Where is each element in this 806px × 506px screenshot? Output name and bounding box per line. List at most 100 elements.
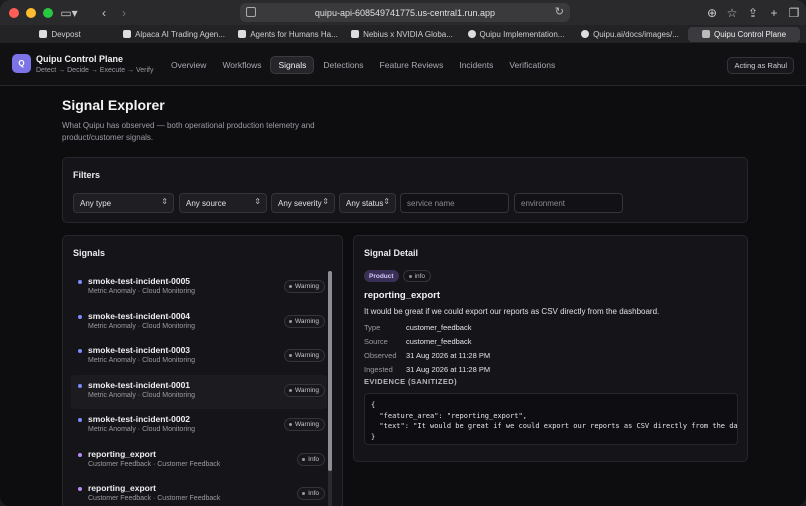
field-label: Type <box>364 323 381 332</box>
signals-scrollbar[interactable] <box>328 271 332 506</box>
brand-subtitle: Detect → Decide → Execute → Verify <box>36 67 154 74</box>
signals-title: Signals <box>73 248 106 258</box>
page-title: Signal Explorer <box>62 97 165 113</box>
signal-type-dot <box>78 452 82 457</box>
signal-type-dot <box>78 383 82 388</box>
signal-row-meta: Metric Anomaly · Cloud Monitoring <box>88 357 195 364</box>
filters-card: Filters Any type ⇕ Any source ⇕ Any severi… <box>62 157 748 223</box>
devpost-icon <box>39 30 48 38</box>
nav-workflows[interactable]: Workflows <box>215 56 268 74</box>
close-window-button[interactable] <box>9 7 19 18</box>
category-badge: Product <box>364 270 399 282</box>
tab-overview-icon[interactable]: ❐ <box>787 4 801 21</box>
brand-title: Quipu Control Plane <box>36 54 123 64</box>
status-select[interactable]: Any status ⇕ <box>339 193 396 213</box>
service-name-input[interactable] <box>400 193 509 213</box>
source-select[interactable]: Any source ⇕ <box>179 193 267 213</box>
browser-tab[interactable]: Quipu.ai/docs/images/... <box>574 27 686 42</box>
chevron-updown-icon: ⇕ <box>161 197 168 206</box>
nav-signals[interactable]: Signals <box>270 56 315 74</box>
signal-row[interactable]: reporting_export Customer Feedback · Cust… <box>71 478 327 506</box>
devpost-icon <box>351 30 360 38</box>
main-nav: Overview Workflows Signals Detections Fe… <box>164 56 562 74</box>
field-label: Ingested <box>364 365 393 374</box>
signal-row-meta: Metric Anomaly · Cloud Monitoring <box>88 426 195 433</box>
field-label: Source <box>364 337 388 346</box>
browser-tab[interactable]: Quipu Implementation... <box>460 27 572 42</box>
browser-titlebar: ▭▾ ‹ › quipu-api-608549741775.us-central… <box>0 0 806 25</box>
zoom-window-button[interactable] <box>43 7 53 18</box>
acting-as-button[interactable]: Acting as Rahul <box>727 57 794 74</box>
signal-row[interactable]: smoke-test-incident-0004 Metric Anomaly ·… <box>71 306 327 341</box>
signal-row[interactable]: reporting_export Customer Feedback · Cust… <box>71 444 327 479</box>
type-select[interactable]: Any type ⇕ <box>73 193 174 213</box>
forward-icon[interactable]: › <box>116 4 132 21</box>
signals-list: smoke-test-incident-0005 Metric Anomaly ·… <box>71 271 327 506</box>
chevron-updown-icon: ⇕ <box>322 197 329 206</box>
scrollbar-thumb[interactable] <box>328 271 332 471</box>
environment-input[interactable] <box>514 193 623 213</box>
signal-type-dot <box>78 314 82 319</box>
reload-icon[interactable]: ↻ <box>555 5 564 18</box>
download-icon[interactable]: ⊕ <box>705 4 719 21</box>
sidebar-toggle-icon[interactable]: ▭▾ <box>58 4 80 21</box>
github-icon <box>581 30 590 38</box>
tab-label: Quipu Control Plane <box>713 29 787 39</box>
address-bar[interactable]: quipu-api-608549741775.us-central1.run.a… <box>240 3 570 22</box>
field-label: Observed <box>364 351 397 360</box>
browser-tab-active[interactable]: Quipu Control Plane <box>688 26 800 42</box>
window-controls <box>9 7 53 18</box>
tab-label: Quipu.ai/docs/images/... <box>593 29 679 39</box>
signal-type-dot <box>78 487 82 491</box>
status-select-value: Any status <box>346 198 384 208</box>
signal-type-dot <box>78 280 82 284</box>
browser-tab[interactable]: Devpost <box>4 27 116 42</box>
signal-type-dot <box>78 418 82 422</box>
minimize-window-button[interactable] <box>26 7 36 18</box>
type-select-value: Any type <box>80 198 112 208</box>
filters-title: Filters <box>73 170 101 180</box>
signal-row-meta: Metric Anomaly · Cloud Monitoring <box>88 391 195 399</box>
signal-row[interactable]: smoke-test-incident-0003 Metric Anomaly ·… <box>71 340 327 375</box>
signal-severity-badge: Warning <box>284 383 325 397</box>
browser-tab[interactable]: Agents for Humans Ha... <box>232 27 344 42</box>
signals-card: Signals smoke-test-incident-0005 Metric A… <box>62 235 343 506</box>
signal-detail-card: Signal Detail Product info reporting_exp… <box>353 235 748 462</box>
signal-severity-badge: Warning <box>284 418 325 431</box>
signal-row-meta: Metric Anomaly · Cloud Monitoring <box>88 322 195 330</box>
browser-tab[interactable]: Alpaca AI Trading Agen... <box>118 27 230 42</box>
nav-detections[interactable]: Detections <box>316 56 370 74</box>
field-value: customer_feedback <box>406 323 472 332</box>
share-icon[interactable]: ⇪ <box>746 4 760 21</box>
back-icon[interactable]: ‹ <box>96 4 112 21</box>
nav-incidents[interactable]: Incidents <box>452 56 500 74</box>
signal-row-name: smoke-test-incident-0002 <box>88 414 191 424</box>
nav-verifications[interactable]: Verifications <box>502 56 562 74</box>
signal-row[interactable]: smoke-test-incident-0001 Metric Anomaly ·… <box>71 374 327 409</box>
severity-select[interactable]: Any severity ⇕ <box>271 193 335 213</box>
detail-badges: Product info <box>364 270 432 282</box>
devpost-icon <box>238 30 247 38</box>
signal-row[interactable]: smoke-test-incident-0002 Metric Anomaly ·… <box>71 409 327 444</box>
signal-row-name: smoke-test-incident-0004 <box>88 310 191 321</box>
signal-detail-title: Signal Detail <box>364 248 419 258</box>
nav-feature-reviews[interactable]: Feature Reviews <box>373 56 451 74</box>
bookmark-star-icon[interactable]: ☆ <box>725 4 739 21</box>
signal-severity-badge: Info <box>297 452 325 466</box>
site-settings-icon[interactable] <box>246 7 256 17</box>
signal-row-meta: Customer Feedback · Customer Feedback <box>88 460 221 468</box>
signal-severity-badge: Warning <box>284 314 325 328</box>
new-tab-icon[interactable]: + <box>767 4 781 21</box>
tab-label: Devpost <box>51 29 81 39</box>
nav-overview[interactable]: Overview <box>164 56 213 74</box>
globe-icon <box>467 30 476 38</box>
signal-severity-badge: Info <box>297 487 325 500</box>
signal-name: reporting_export <box>364 290 441 301</box>
app-header: Q Quipu Control Plane Detect → Decide → … <box>0 44 806 86</box>
signal-row-meta: Customer Feedback · Customer Feedback <box>88 495 221 502</box>
browser-tab[interactable]: Nebius x NVIDIA Globa... <box>346 27 458 42</box>
signal-row-name: reporting_export <box>88 483 157 493</box>
signal-row[interactable]: smoke-test-incident-0005 Metric Anomaly ·… <box>71 271 327 306</box>
evidence-code-block: { "feature_area": "reporting_export", "t… <box>364 393 738 445</box>
browser-window: ▭▾ ‹ › quipu-api-608549741775.us-central… <box>0 0 806 506</box>
